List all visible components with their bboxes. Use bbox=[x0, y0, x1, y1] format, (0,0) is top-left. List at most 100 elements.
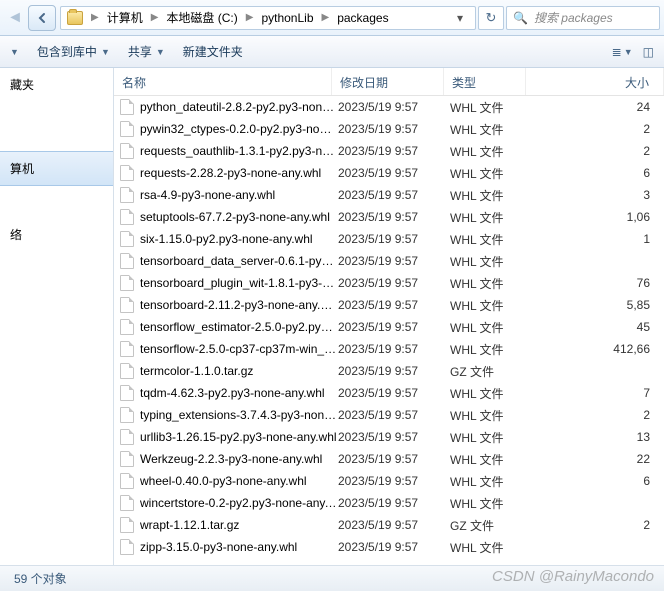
breadcrumb-folder[interactable]: packages bbox=[337, 11, 388, 25]
file-icon bbox=[120, 363, 134, 379]
refresh-button[interactable]: ↻ bbox=[478, 6, 504, 30]
file-size: 1,06 bbox=[532, 210, 664, 224]
file-row[interactable]: termcolor-1.1.0.tar.gz2023/5/19 9:57GZ 文… bbox=[114, 360, 664, 382]
column-header-name[interactable]: 名称 bbox=[114, 68, 332, 95]
address-dropdown[interactable]: ▾ bbox=[451, 11, 469, 25]
file-row[interactable]: tensorflow_estimator-2.5.0-py2.py3-n...2… bbox=[114, 316, 664, 338]
file-size: 22 bbox=[532, 452, 664, 466]
file-row[interactable]: python_dateutil-2.8.2-py2.py3-none-a...2… bbox=[114, 96, 664, 118]
file-row[interactable]: wrapt-1.12.1.tar.gz2023/5/19 9:57GZ 文件2 bbox=[114, 514, 664, 536]
file-date: 2023/5/19 9:57 bbox=[338, 474, 450, 488]
file-type: WHL 文件 bbox=[450, 385, 532, 402]
file-rows: python_dateutil-2.8.2-py2.py3-none-a...2… bbox=[114, 96, 664, 565]
search-placeholder: 搜索 packages bbox=[534, 9, 613, 26]
file-name: requests-2.28.2-py3-none-any.whl bbox=[140, 166, 338, 180]
file-row[interactable]: requests-2.28.2-py3-none-any.whl2023/5/1… bbox=[114, 162, 664, 184]
file-date: 2023/5/19 9:57 bbox=[338, 276, 450, 290]
view-options-button[interactable]: ≣ ▼ bbox=[612, 45, 633, 59]
file-row[interactable]: setuptools-67.7.2-py3-none-any.whl2023/5… bbox=[114, 206, 664, 228]
file-row[interactable]: Werkzeug-2.2.3-py3-none-any.whl2023/5/19… bbox=[114, 448, 664, 470]
file-icon bbox=[120, 253, 134, 269]
file-row[interactable]: wincertstore-0.2-py2.py3-none-any.whl202… bbox=[114, 492, 664, 514]
file-date: 2023/5/19 9:57 bbox=[338, 342, 450, 356]
file-name: termcolor-1.1.0.tar.gz bbox=[140, 364, 338, 378]
file-name: typing_extensions-3.7.4.3-py3-none-a... bbox=[140, 408, 338, 422]
file-date: 2023/5/19 9:57 bbox=[338, 232, 450, 246]
file-row[interactable]: wheel-0.40.0-py3-none-any.whl2023/5/19 9… bbox=[114, 470, 664, 492]
back-icon bbox=[34, 10, 50, 26]
view-list-icon: ≣ bbox=[612, 45, 621, 59]
file-size: 2 bbox=[532, 408, 664, 422]
file-row[interactable]: rsa-4.9-py3-none-any.whl2023/5/19 9:57WH… bbox=[114, 184, 664, 206]
file-type: WHL 文件 bbox=[450, 231, 532, 248]
file-icon bbox=[120, 99, 134, 115]
file-row[interactable]: pywin32_ctypes-0.2.0-py2.py3-none-a...20… bbox=[114, 118, 664, 140]
file-icon bbox=[120, 517, 134, 533]
sidebar-item[interactable]: 络 bbox=[0, 218, 113, 251]
organize-menu[interactable]: ▼ bbox=[10, 47, 19, 57]
breadcrumb-computer[interactable]: 计算机 bbox=[107, 9, 143, 26]
file-size: 1 bbox=[532, 232, 664, 246]
file-row[interactable]: tqdm-4.62.3-py2.py3-none-any.whl2023/5/1… bbox=[114, 382, 664, 404]
new-folder-button[interactable]: 新建文件夹 bbox=[183, 43, 243, 60]
file-row[interactable]: requests_oauthlib-1.3.1-py2.py3-non...20… bbox=[114, 140, 664, 162]
file-list-pane: 名称 修改日期 类型 大小 python_dateutil-2.8.2-py2.… bbox=[114, 68, 664, 565]
file-icon bbox=[120, 143, 134, 159]
file-name: tqdm-4.62.3-py2.py3-none-any.whl bbox=[140, 386, 338, 400]
column-headers: 名称 修改日期 类型 大小 bbox=[114, 68, 664, 96]
file-row[interactable]: zipp-3.15.0-py3-none-any.whl2023/5/19 9:… bbox=[114, 536, 664, 558]
back-button-disabled: ◄ bbox=[4, 4, 26, 32]
file-icon bbox=[120, 539, 134, 555]
file-size: 2 bbox=[532, 122, 664, 136]
file-date: 2023/5/19 9:57 bbox=[338, 100, 450, 114]
file-date: 2023/5/19 9:57 bbox=[338, 518, 450, 532]
file-row[interactable]: six-1.15.0-py2.py3-none-any.whl2023/5/19… bbox=[114, 228, 664, 250]
file-size: 412,66 bbox=[532, 342, 664, 356]
share-button[interactable]: 共享 ▼ bbox=[128, 43, 165, 60]
file-name: pywin32_ctypes-0.2.0-py2.py3-none-a... bbox=[140, 122, 338, 136]
file-type: WHL 文件 bbox=[450, 99, 532, 116]
file-name: setuptools-67.7.2-py3-none-any.whl bbox=[140, 210, 338, 224]
file-icon bbox=[120, 121, 134, 137]
new-folder-label: 新建文件夹 bbox=[183, 43, 243, 60]
file-name: tensorboard_plugin_wit-1.8.1-py3-no... bbox=[140, 276, 338, 290]
sidebar-item[interactable]: 藏夹 bbox=[0, 68, 113, 101]
breadcrumb-bar[interactable]: ▶ 计算机 ▶ 本地磁盘 (C:) ▶ pythonLib ▶ packages… bbox=[60, 6, 476, 30]
share-label: 共享 bbox=[128, 43, 152, 60]
breadcrumb-drive[interactable]: 本地磁盘 (C:) bbox=[166, 9, 237, 26]
file-name: wheel-0.40.0-py3-none-any.whl bbox=[140, 474, 338, 488]
file-name: tensorflow_estimator-2.5.0-py2.py3-n... bbox=[140, 320, 338, 334]
sidebar-item-label: 算机 bbox=[10, 162, 34, 176]
file-size: 2 bbox=[532, 144, 664, 158]
chevron-right-icon: ▶ bbox=[242, 12, 258, 23]
file-size: 5,85 bbox=[532, 298, 664, 312]
include-library-button[interactable]: 包含到库中 ▼ bbox=[37, 43, 110, 60]
toolbar: ▼ 包含到库中 ▼ 共享 ▼ 新建文件夹 ≣ ▼ ◫ bbox=[0, 36, 664, 68]
file-size: 76 bbox=[532, 276, 664, 290]
file-row[interactable]: tensorboard-2.11.2-py3-none-any.whl2023/… bbox=[114, 294, 664, 316]
search-input[interactable]: 🔍 搜索 packages bbox=[506, 6, 660, 30]
file-date: 2023/5/19 9:57 bbox=[338, 496, 450, 510]
file-name: zipp-3.15.0-py3-none-any.whl bbox=[140, 540, 338, 554]
file-size: 6 bbox=[532, 166, 664, 180]
file-row[interactable]: urllib3-1.26.15-py2.py3-none-any.whl2023… bbox=[114, 426, 664, 448]
column-header-size[interactable]: 大小 bbox=[526, 68, 664, 95]
sidebar-item[interactable]: 算机 bbox=[0, 151, 113, 186]
file-icon bbox=[120, 451, 134, 467]
file-icon bbox=[120, 429, 134, 445]
file-date: 2023/5/19 9:57 bbox=[338, 320, 450, 334]
chevron-right-icon: ▶ bbox=[318, 12, 334, 23]
file-row[interactable]: tensorboard_plugin_wit-1.8.1-py3-no...20… bbox=[114, 272, 664, 294]
preview-pane-button[interactable]: ◫ bbox=[643, 45, 654, 59]
file-type: WHL 文件 bbox=[450, 407, 532, 424]
column-header-type[interactable]: 类型 bbox=[444, 68, 526, 95]
file-date: 2023/5/19 9:57 bbox=[338, 188, 450, 202]
file-row[interactable]: tensorboard_data_server-0.6.1-py3-n...20… bbox=[114, 250, 664, 272]
file-row[interactable]: typing_extensions-3.7.4.3-py3-none-a... 2… bbox=[114, 404, 664, 426]
breadcrumb-folder[interactable]: pythonLib bbox=[261, 11, 313, 25]
column-header-date[interactable]: 修改日期 bbox=[332, 68, 444, 95]
file-icon bbox=[120, 385, 134, 401]
forward-history-button[interactable] bbox=[28, 5, 56, 31]
file-row[interactable]: tensorflow-2.5.0-cp37-cp37m-win_am...202… bbox=[114, 338, 664, 360]
file-size: 2 bbox=[532, 518, 664, 532]
